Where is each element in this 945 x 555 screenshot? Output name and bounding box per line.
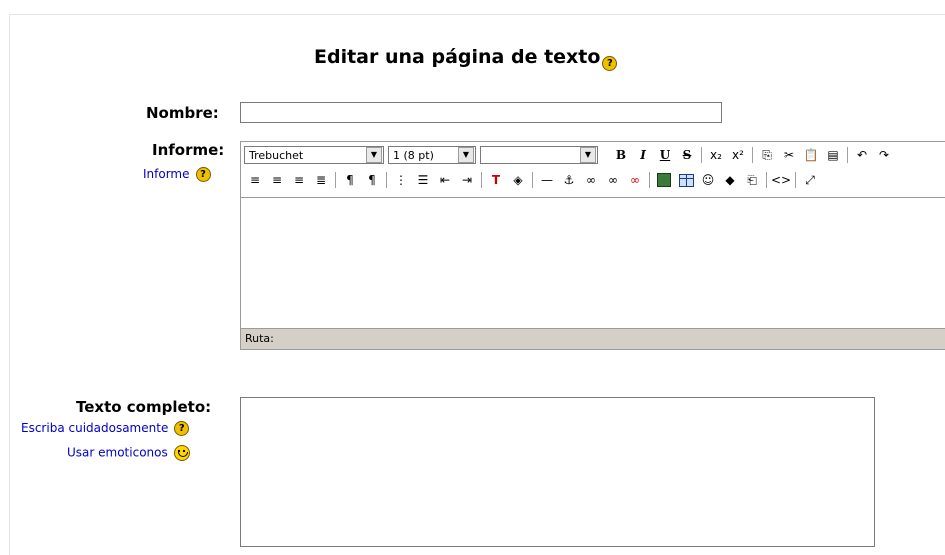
- special-char-button[interactable]: ◆: [719, 170, 741, 190]
- chevron-down-icon: ▼: [580, 147, 596, 163]
- bold-button[interactable]: B: [610, 145, 632, 165]
- align-center-button[interactable]: ≡: [266, 170, 288, 190]
- help-icon[interactable]: ?: [602, 56, 618, 71]
- paste-word-button[interactable]: ▤: [822, 145, 844, 165]
- fulltext-textarea[interactable]: [240, 397, 875, 547]
- toolbar-separator: [386, 172, 387, 188]
- use-emoticons-link[interactable]: Usar emoticonos: [67, 446, 168, 460]
- format-select[interactable]: ▼: [480, 146, 598, 164]
- emoticon-button[interactable]: ☺: [697, 170, 719, 190]
- size-select[interactable]: 1 (8 pt) ▼: [388, 146, 476, 164]
- help-icon[interactable]: ?: [174, 421, 190, 436]
- editor-toolbar: Trebuchet ▼ 1 (8 pt) ▼ ▼ B I U Sx₂ x² ⎘ ✂ 📋 ▤ ↶ ↷ …: [241, 142, 945, 195]
- name-input[interactable]: [240, 102, 722, 123]
- fulltext-help: Escriba cuidadosamente?: [21, 421, 190, 436]
- copy-button[interactable]: ⎘: [756, 145, 778, 165]
- chevron-down-icon: ▼: [458, 147, 474, 163]
- subscript-button[interactable]: x₂: [705, 145, 727, 165]
- font-select[interactable]: Trebuchet ▼: [244, 146, 384, 164]
- unordered-list-button[interactable]: ☰: [412, 170, 434, 190]
- html-source-button[interactable]: <>: [770, 170, 792, 190]
- link-button[interactable]: ∞: [580, 170, 602, 190]
- superscript-button[interactable]: x²: [727, 145, 749, 165]
- unlink-button[interactable]: ∞: [602, 170, 624, 190]
- undo-button[interactable]: ↶: [851, 145, 873, 165]
- size-select-value: 1 (8 pt): [393, 148, 434, 162]
- paste-button[interactable]: 📋: [800, 145, 822, 165]
- toolbar-separator: [752, 147, 753, 163]
- fulltext-label: Texto completo:: [76, 398, 212, 416]
- toolbar-separator: [649, 172, 650, 188]
- toolbar-row-2: ≡ ≡ ≡ ≣ ¶ ¶ ⋮ ☰ ⇤ ⇥ T ◈ — ⚓ ∞ ∞ ∞ ☺ ◆ ⎗ <> ⤢: [244, 169, 821, 191]
- align-right-button[interactable]: ≡: [288, 170, 310, 190]
- report-help-link[interactable]: Informe: [143, 167, 190, 181]
- write-carefully-link[interactable]: Escriba cuidadosamente: [21, 421, 168, 435]
- horizontal-rule-button[interactable]: —: [536, 170, 558, 190]
- cut-button[interactable]: ✂: [778, 145, 800, 165]
- toolbar-separator: [766, 172, 767, 188]
- search-replace-button[interactable]: ⎗: [741, 170, 763, 190]
- chevron-down-icon: ▼: [366, 147, 382, 163]
- toolbar-separator: [701, 147, 702, 163]
- image-icon: [657, 173, 671, 187]
- page-title-text: Editar una página de texto: [314, 46, 601, 68]
- insert-table-button[interactable]: [675, 170, 697, 190]
- text-color-button[interactable]: T: [485, 170, 507, 190]
- page-title: Editar una página de texto?: [314, 46, 618, 71]
- redo-button[interactable]: ↷: [873, 145, 895, 165]
- bg-color-button[interactable]: ◈: [507, 170, 529, 190]
- underline-button[interactable]: U: [654, 145, 676, 165]
- report-label: Informe:: [152, 141, 225, 159]
- justify-button[interactable]: ≣: [310, 170, 332, 190]
- strikethrough-button[interactable]: S: [676, 145, 698, 165]
- editor-content-area[interactable]: [241, 197, 945, 329]
- ordered-list-button[interactable]: ⋮: [390, 170, 412, 190]
- editor-path-bar: Ruta:: [241, 328, 945, 349]
- fullscreen-button[interactable]: ⤢: [799, 170, 821, 190]
- help-icon[interactable]: ?: [195, 167, 211, 182]
- rtl-button[interactable]: ¶: [361, 170, 383, 190]
- nolink-button[interactable]: ∞: [624, 170, 646, 190]
- toolbar-separator: [532, 172, 533, 188]
- table-icon: [678, 173, 694, 187]
- smiley-icon[interactable]: [173, 445, 190, 461]
- indent-button[interactable]: ⇥: [456, 170, 478, 190]
- italic-button[interactable]: I: [632, 145, 654, 165]
- emoticons-help: Usar emoticonos: [67, 445, 190, 461]
- ltr-button[interactable]: ¶: [339, 170, 361, 190]
- toolbar-separator: [795, 172, 796, 188]
- toolbar-row-1: Trebuchet ▼ 1 (8 pt) ▼ ▼ B I U Sx₂ x² ⎘ ✂ 📋 ▤ ↶ ↷: [244, 144, 895, 166]
- anchor-button[interactable]: ⚓: [558, 170, 580, 190]
- align-left-button[interactable]: ≡: [244, 170, 266, 190]
- toolbar-separator: [335, 172, 336, 188]
- report-help: Informe?: [143, 167, 211, 182]
- toolbar-separator: [847, 147, 848, 163]
- font-select-value: Trebuchet: [249, 148, 304, 162]
- outdent-button[interactable]: ⇤: [434, 170, 456, 190]
- name-label: Nombre:: [146, 104, 219, 122]
- html-editor: Trebuchet ▼ 1 (8 pt) ▼ ▼ B I U Sx₂ x² ⎘ ✂ 📋 ▤ ↶ ↷ …: [240, 141, 945, 350]
- toolbar-separator: [481, 172, 482, 188]
- insert-image-button[interactable]: [653, 170, 675, 190]
